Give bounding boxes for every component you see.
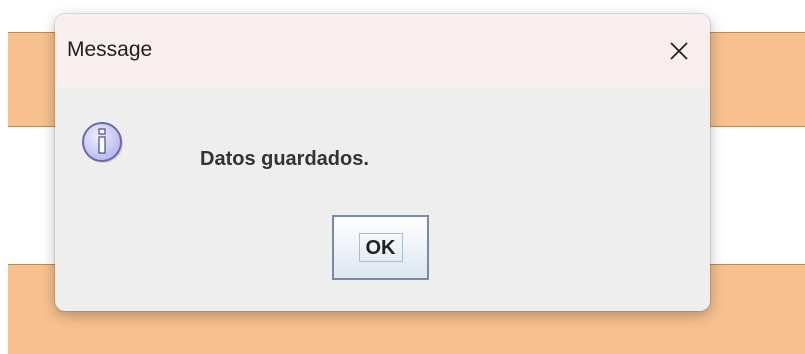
close-icon [670,42,688,60]
background-left-edge [0,32,8,354]
close-button[interactable] [648,14,710,88]
dialog-title: Message [67,38,153,61]
message-dialog: Message Datos guardados. OK [55,14,710,311]
dialog-message: Datos guardados. [200,148,369,170]
ok-button[interactable]: OK [332,215,429,280]
dialog-titlebar: Message [55,14,710,88]
info-icon [82,122,123,163]
ok-button-label: OK [358,233,403,262]
